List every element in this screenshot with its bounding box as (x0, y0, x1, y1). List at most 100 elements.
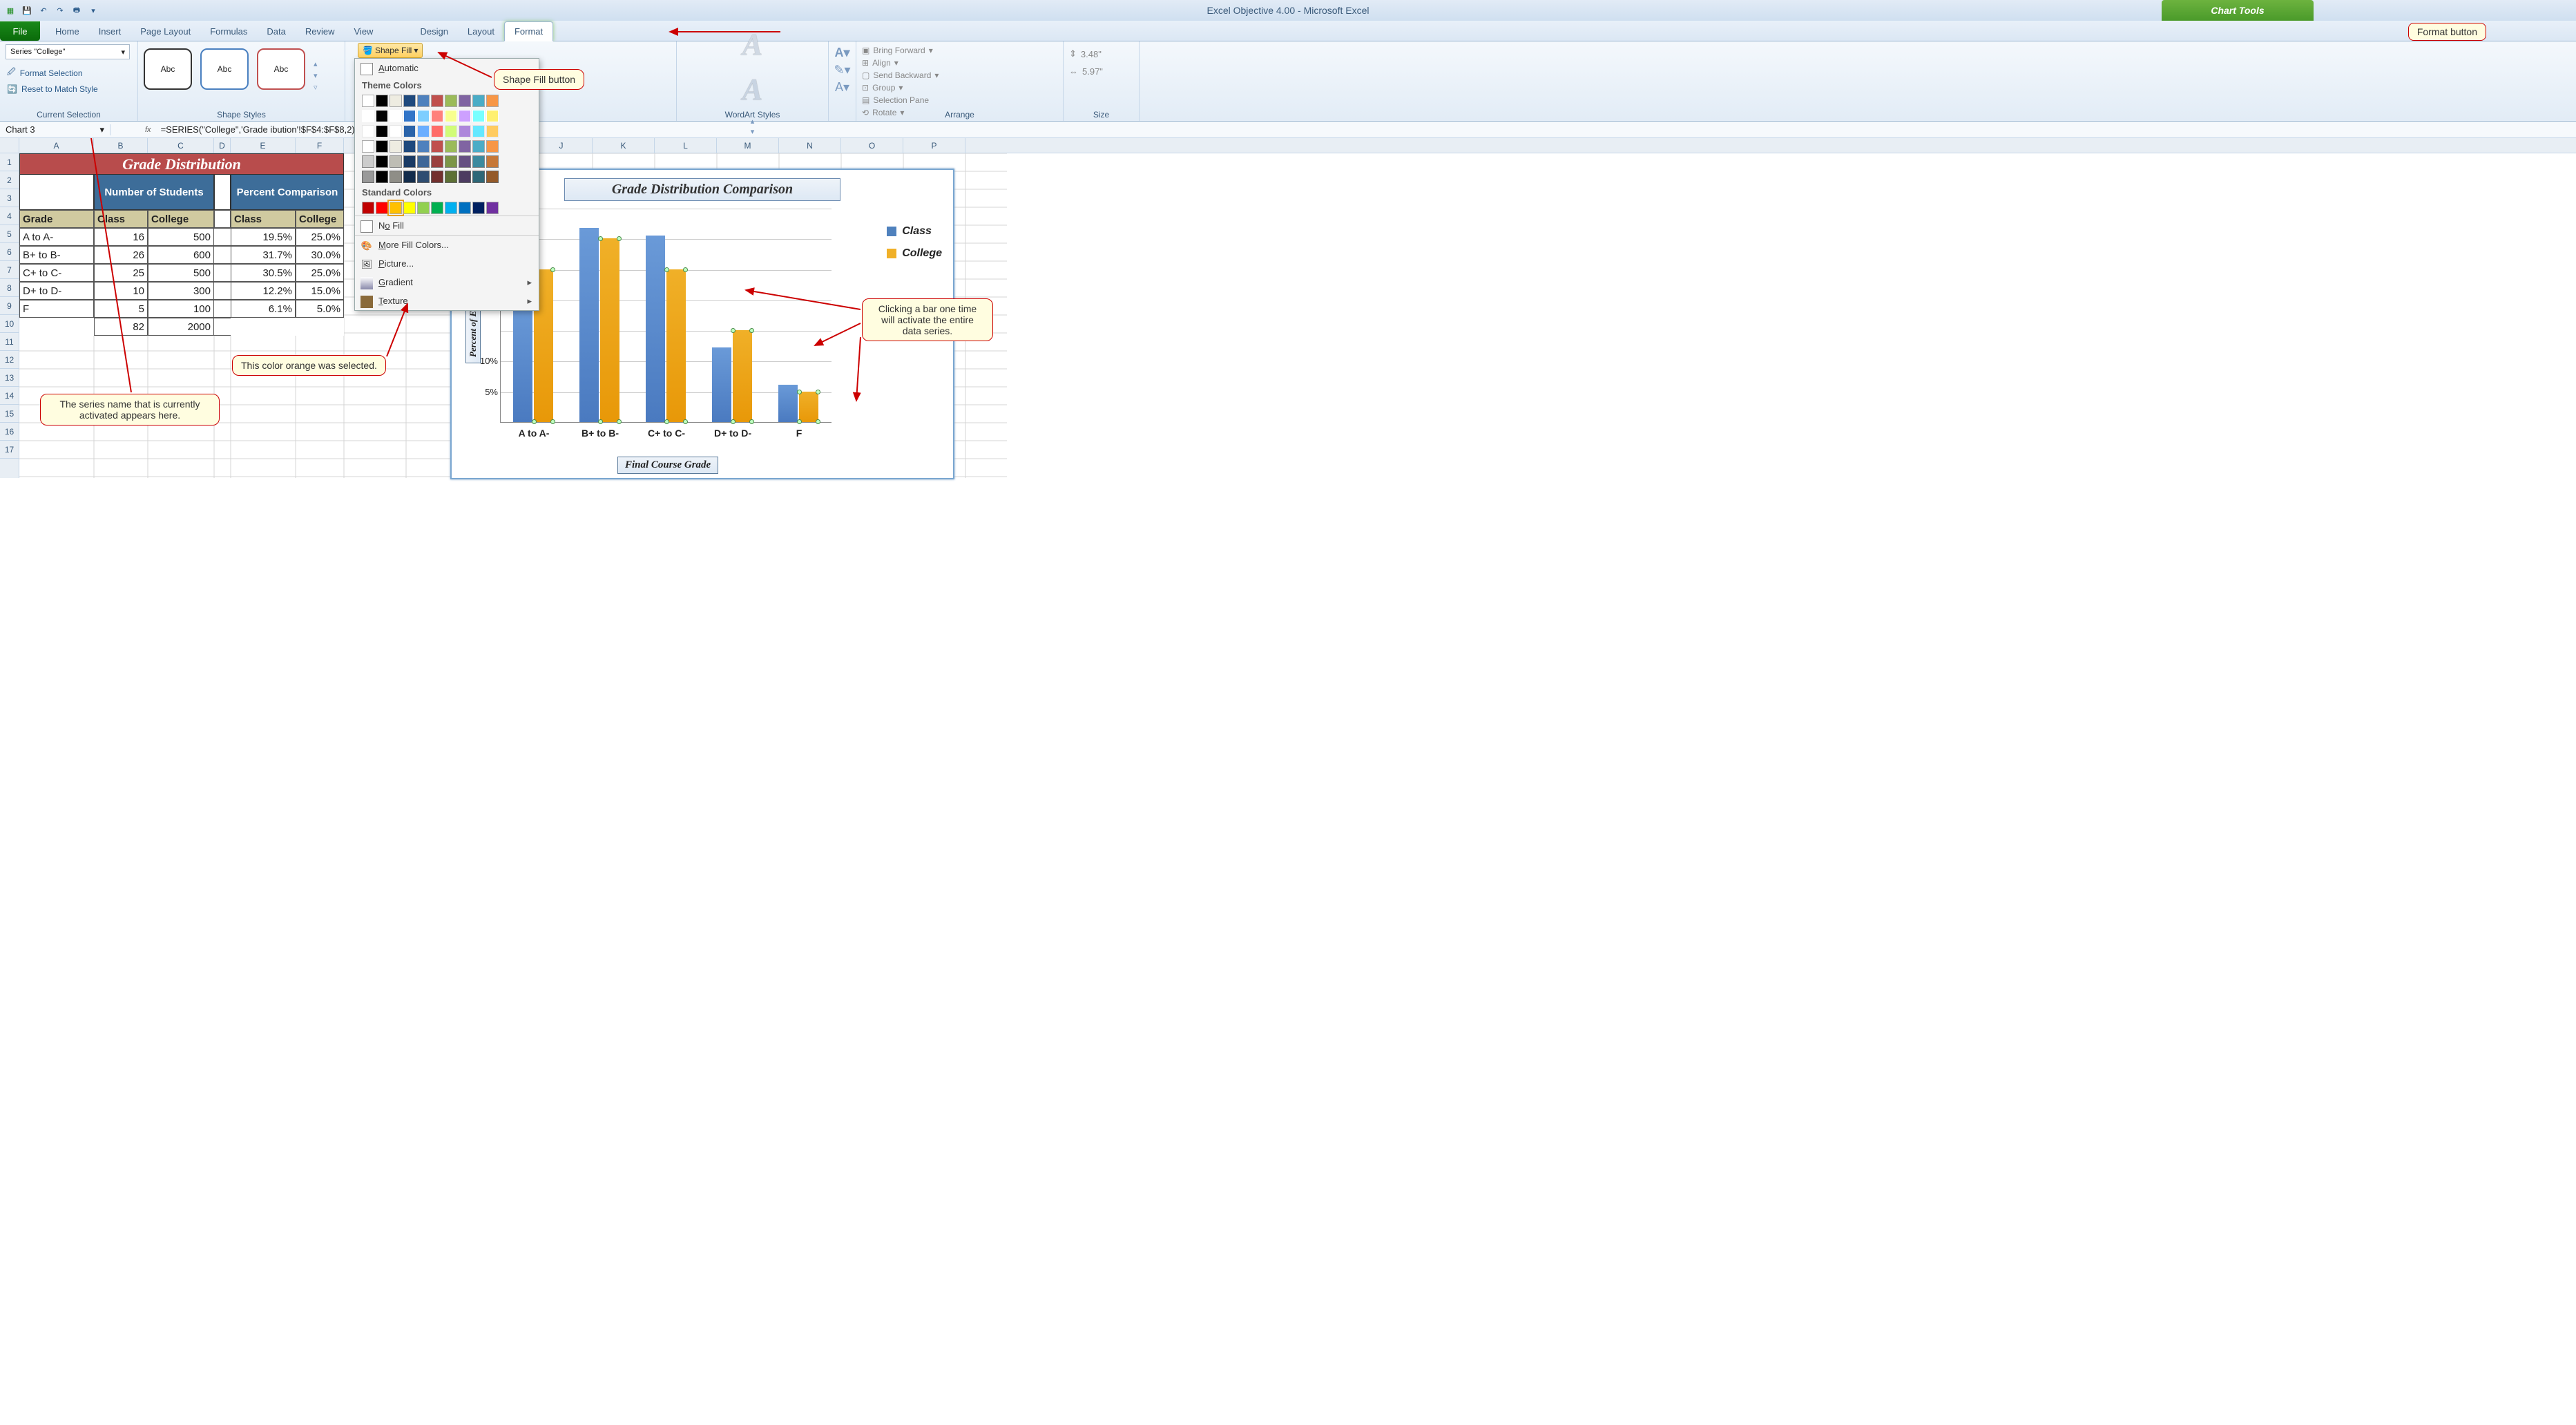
bar-class[interactable] (712, 347, 731, 422)
color-swatch[interactable] (403, 125, 416, 137)
color-swatch[interactable] (445, 140, 457, 153)
color-swatch[interactable] (445, 95, 457, 107)
tab-page-layout[interactable]: Page Layout (131, 22, 200, 41)
color-swatch[interactable] (486, 171, 499, 183)
tab-review[interactable]: Review (296, 22, 345, 41)
texture-fill[interactable]: Texture▸ (355, 291, 539, 310)
color-swatch[interactable] (472, 125, 485, 137)
tab-formulas[interactable]: Formulas (200, 22, 257, 41)
col-header[interactable]: D (214, 138, 231, 153)
tab-design[interactable]: Design (410, 22, 457, 41)
color-swatch[interactable] (403, 110, 416, 122)
color-swatch[interactable] (362, 95, 374, 107)
col-header[interactable]: K (593, 138, 655, 153)
color-swatch[interactable] (376, 171, 388, 183)
color-swatch[interactable] (376, 95, 388, 107)
color-swatch[interactable] (362, 202, 374, 214)
color-swatch[interactable] (472, 140, 485, 153)
color-swatch[interactable] (403, 202, 416, 214)
color-swatch[interactable] (472, 202, 485, 214)
text-fill-icon[interactable]: A▾ (834, 46, 849, 60)
name-box[interactable]: Chart 3▾ (0, 124, 110, 135)
bar-college[interactable] (733, 330, 752, 422)
row-header[interactable]: 3 (0, 189, 19, 207)
shape-style-2[interactable]: Abc (200, 48, 249, 90)
color-swatch[interactable] (417, 125, 430, 137)
fx-icon[interactable]: fx (138, 126, 158, 134)
color-swatch[interactable] (362, 155, 374, 168)
col-header[interactable]: A (19, 138, 94, 153)
color-swatch[interactable] (403, 140, 416, 153)
row-header[interactable]: 7 (0, 261, 19, 279)
row-header[interactable]: 17 (0, 441, 19, 459)
color-swatch[interactable] (417, 110, 430, 122)
color-swatch[interactable] (486, 202, 499, 214)
bar-class[interactable] (778, 385, 798, 422)
color-swatch[interactable] (459, 95, 471, 107)
color-swatch[interactable] (362, 125, 374, 137)
row-header[interactable]: 5 (0, 225, 19, 243)
col-header[interactable]: M (717, 138, 779, 153)
row-header[interactable]: 16 (0, 423, 19, 441)
gallery-up-icon[interactable]: ▴ (314, 59, 318, 68)
wordart-style-1[interactable]: A (742, 27, 762, 62)
wordart-style-2[interactable]: A (742, 72, 762, 107)
color-swatch[interactable] (403, 95, 416, 107)
col-header[interactable]: N (779, 138, 841, 153)
bar-college[interactable] (600, 238, 619, 422)
color-swatch[interactable] (445, 125, 457, 137)
tab-insert[interactable]: Insert (89, 22, 131, 41)
align-button[interactable]: ⊞Align ▾ (862, 58, 952, 68)
color-swatch[interactable] (431, 155, 443, 168)
shape-fill-button[interactable]: 🪣 Shape Fill ▾ (358, 43, 423, 58)
send-backward-button[interactable]: ▢Send Backward ▾ (862, 70, 952, 80)
color-swatch[interactable] (486, 140, 499, 153)
redo-icon[interactable]: ↷ (54, 4, 66, 17)
bar-class[interactable] (579, 228, 599, 422)
col-header[interactable]: E (231, 138, 296, 153)
color-swatch[interactable] (445, 155, 457, 168)
color-swatch[interactable] (362, 110, 374, 122)
tab-layout[interactable]: Layout (458, 22, 504, 41)
color-swatch[interactable] (431, 171, 443, 183)
color-swatch[interactable] (486, 155, 499, 168)
col-header[interactable]: L (655, 138, 717, 153)
row-header[interactable]: 4 (0, 207, 19, 225)
file-tab[interactable]: File (0, 21, 40, 41)
gradient-fill[interactable]: Gradient▸ (355, 273, 539, 291)
color-swatch[interactable] (390, 110, 402, 122)
color-swatch[interactable] (376, 155, 388, 168)
col-header[interactable]: B (94, 138, 148, 153)
bring-forward-button[interactable]: ▣Bring Forward ▾ (862, 46, 952, 55)
row-header[interactable]: 11 (0, 333, 19, 351)
color-swatch[interactable] (431, 202, 443, 214)
row-header[interactable]: 13 (0, 369, 19, 387)
text-outline-icon[interactable]: ✎▾ (834, 63, 850, 77)
col-header[interactable]: F (296, 138, 344, 153)
color-swatch[interactable] (486, 110, 499, 122)
picture-fill[interactable]: 🖼Picture... (355, 254, 539, 273)
color-swatch[interactable] (486, 95, 499, 107)
col-header[interactable]: C (148, 138, 214, 153)
shape-width[interactable]: ⇔5.97" (1069, 66, 1133, 77)
color-swatch[interactable] (417, 155, 430, 168)
text-effects-icon[interactable]: A▾ (835, 80, 849, 95)
group-button[interactable]: ⊡Group ▾ (862, 83, 952, 93)
color-swatch[interactable] (431, 140, 443, 153)
color-swatch[interactable] (390, 125, 402, 137)
gallery-more-icon[interactable]: ▿ (314, 83, 318, 92)
color-swatch[interactable] (376, 110, 388, 122)
col-header[interactable]: J (530, 138, 593, 153)
row-header[interactable]: 15 (0, 405, 19, 423)
color-swatch[interactable] (376, 140, 388, 153)
color-swatch[interactable] (417, 171, 430, 183)
save-icon[interactable]: 💾 (21, 4, 33, 17)
color-swatch[interactable] (431, 95, 443, 107)
chart-x-axis-label[interactable]: Final Course Grade (617, 457, 718, 474)
color-swatch[interactable] (431, 110, 443, 122)
color-swatch[interactable] (376, 202, 388, 214)
color-swatch[interactable] (431, 125, 443, 137)
color-swatch[interactable] (459, 110, 471, 122)
color-swatch[interactable] (445, 110, 457, 122)
undo-icon[interactable]: ↶ (37, 4, 50, 17)
